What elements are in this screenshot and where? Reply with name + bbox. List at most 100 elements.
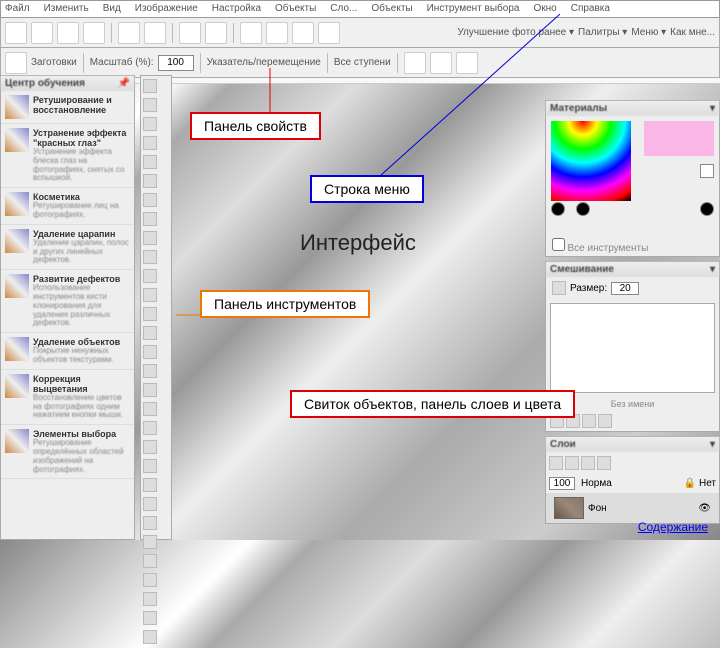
pick-icon[interactable] — [143, 117, 157, 131]
opt-b-icon[interactable] — [430, 52, 452, 74]
spray-icon[interactable] — [143, 440, 157, 454]
mix-c-icon[interactable] — [582, 414, 596, 428]
blend-mode[interactable]: Норма — [581, 478, 612, 489]
opacity-input[interactable] — [549, 477, 575, 490]
lesson-item[interactable]: Удаление царапинУдаление царапин, полос … — [1, 225, 134, 270]
mix-d-icon[interactable] — [598, 414, 612, 428]
ico-c[interactable] — [292, 22, 314, 44]
zoom-input[interactable] — [158, 55, 194, 71]
menu-adjust[interactable]: Настройка — [212, 3, 261, 15]
open-icon[interactable] — [31, 22, 53, 44]
ind-2[interactable] — [576, 202, 590, 216]
hand-icon[interactable] — [143, 79, 157, 93]
pencil-icon[interactable] — [143, 421, 157, 435]
lesson-item[interactable]: Элементы выбораРетуширование определённы… — [1, 425, 134, 479]
shape-icon[interactable] — [143, 307, 157, 321]
menu-view[interactable]: Вид — [103, 3, 121, 15]
clone-icon[interactable] — [143, 231, 157, 245]
warp-icon[interactable] — [143, 402, 157, 416]
brush-icon[interactable] — [143, 212, 157, 226]
t2-icon[interactable] — [143, 478, 157, 492]
size-input[interactable] — [611, 282, 639, 295]
lesson-item[interactable]: Развитие дефектовИспользование инструмен… — [1, 270, 134, 333]
t9-icon[interactable] — [143, 611, 157, 625]
t5-icon[interactable] — [143, 535, 157, 549]
palette-dropdown[interactable]: Палитры ▾ — [578, 27, 627, 38]
layer-del-icon[interactable] — [581, 456, 595, 470]
use-prev[interactable]: Указатель/перемещение — [207, 57, 321, 68]
t8-icon[interactable] — [143, 592, 157, 606]
line-icon[interactable] — [143, 326, 157, 340]
color-wheel[interactable] — [551, 121, 631, 201]
menu-edit[interactable]: Изменить — [44, 3, 89, 15]
opt-c-icon[interactable] — [456, 52, 478, 74]
lesson-item[interactable]: КосметикаРетуширование лиц на фотография… — [1, 188, 134, 225]
materials-title: Материалы — [550, 103, 607, 114]
t4-icon[interactable] — [143, 516, 157, 530]
all-steps[interactable]: Все ступени — [334, 57, 391, 68]
menu-file[interactable]: Файл — [5, 3, 30, 15]
redo-icon[interactable] — [205, 22, 227, 44]
zoom-icon[interactable] — [143, 98, 157, 112]
undo-icon[interactable] — [179, 22, 201, 44]
ico-d[interactable] — [318, 22, 340, 44]
layer-new-icon[interactable] — [549, 456, 563, 470]
lesson-item[interactable]: Ретуширование и восстановление — [1, 91, 134, 124]
browse-icon[interactable] — [57, 22, 79, 44]
smudge-icon[interactable] — [143, 345, 157, 359]
all-tools-checkbox[interactable] — [552, 238, 565, 251]
lesson-item[interactable]: Удаление объектовПокрытие ненужных объек… — [1, 333, 134, 370]
text-icon[interactable] — [143, 288, 157, 302]
save-icon[interactable] — [118, 22, 140, 44]
howto-button[interactable]: Как мне... — [670, 27, 715, 38]
t3-icon[interactable] — [143, 497, 157, 511]
layers-menu-icon[interactable]: ▾ — [710, 439, 715, 450]
crop-icon[interactable] — [143, 174, 157, 188]
opt-a-icon[interactable] — [404, 52, 426, 74]
print-icon[interactable] — [144, 22, 166, 44]
menu-objects[interactable]: Объекты — [371, 3, 412, 15]
ind-1[interactable] — [551, 202, 565, 216]
menus-dropdown[interactable]: Меню ▾ — [631, 27, 666, 38]
redeye-icon[interactable] — [143, 383, 157, 397]
eye-icon[interactable]: 👁 — [698, 503, 711, 514]
lesson-item[interactable]: Коррекция выцветанияВосстановление цвето… — [1, 370, 134, 425]
foreground-swatch[interactable] — [644, 121, 714, 156]
pin-icon[interactable]: 📌 — [118, 78, 130, 89]
ind-3[interactable] — [700, 202, 714, 216]
materials-menu-icon[interactable]: ▾ — [710, 103, 715, 114]
t7-icon[interactable] — [143, 573, 157, 587]
lesson-item[interactable]: Устранение эффекта "красных глаз"Устране… — [1, 124, 134, 188]
menu-image[interactable]: Изображение — [135, 3, 198, 15]
color-picker-area[interactable] — [546, 116, 719, 236]
mix-canvas[interactable] — [550, 303, 715, 393]
t6-icon[interactable] — [143, 554, 157, 568]
ico-a[interactable] — [240, 22, 262, 44]
enhance-dropdown[interactable]: Улучшение фото ранее ▾ — [457, 27, 574, 38]
mix-brush-icon[interactable] — [552, 281, 566, 295]
fill-icon[interactable] — [143, 269, 157, 283]
dropper-icon[interactable] — [143, 193, 157, 207]
t10-icon[interactable] — [143, 630, 157, 644]
menu-effects[interactable]: Объекты — [275, 3, 316, 15]
dodge-icon[interactable] — [143, 364, 157, 378]
t1-icon[interactable] — [143, 459, 157, 473]
move-icon[interactable] — [143, 136, 157, 150]
bg-swatch[interactable] — [700, 164, 714, 178]
layer-row[interactable]: Фон 👁 — [546, 493, 719, 523]
contents-link[interactable]: Содержание — [638, 520, 708, 534]
menu-help[interactable]: Справка — [571, 3, 610, 15]
new-icon[interactable] — [5, 22, 27, 44]
mix-menu-icon[interactable]: ▾ — [710, 264, 715, 275]
scan-icon[interactable] — [83, 22, 105, 44]
presets-icon[interactable] — [5, 52, 27, 74]
menu-select[interactable]: Инструмент выбора — [427, 3, 520, 15]
menu-lay[interactable]: Сло... — [330, 3, 357, 15]
layer-dup-icon[interactable] — [565, 456, 579, 470]
lesson-title: Коррекция выцветания — [33, 374, 130, 394]
erase-icon[interactable] — [143, 250, 157, 264]
layer-x-icon[interactable] — [597, 456, 611, 470]
menu-window[interactable]: Окно — [533, 3, 556, 15]
ico-b[interactable] — [266, 22, 288, 44]
select-icon[interactable] — [143, 155, 157, 169]
